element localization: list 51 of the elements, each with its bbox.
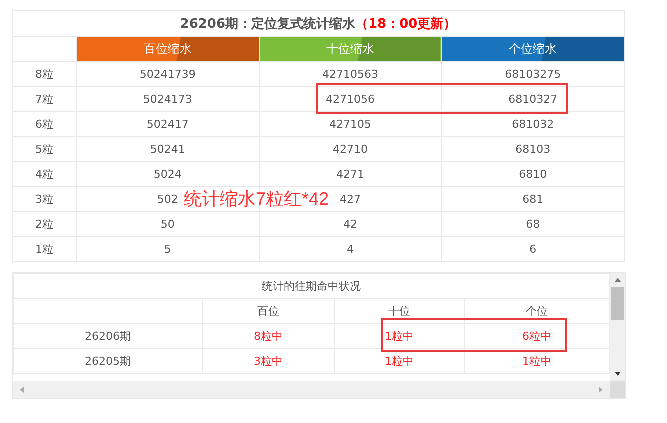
table-cell: 6810327	[442, 86, 624, 112]
column-header: 百位缩水	[76, 36, 260, 62]
table-cell: 5024	[76, 162, 260, 186]
table-cell: 50241739	[76, 62, 260, 86]
table-cell: 68103	[442, 136, 624, 162]
column-header: 个位	[464, 298, 610, 324]
table-cell: 681032	[442, 112, 624, 136]
table-cell: 6810	[442, 162, 624, 186]
table-cell: 5	[76, 236, 260, 262]
table-cell: 1粒中	[334, 324, 464, 348]
update-note: （18：00更新）	[356, 16, 457, 32]
table-cell: 6	[442, 236, 624, 262]
period-cell: 26205期	[14, 348, 202, 374]
table-cell: 4271056	[259, 86, 442, 112]
table-cell: 1粒中	[334, 348, 464, 374]
table-cell: 5024173	[76, 86, 260, 112]
table-cell: 4271	[259, 162, 442, 186]
row-label: 6粒	[12, 112, 76, 136]
table-cell: 6粒中	[464, 324, 610, 348]
table-cell: 68103275	[442, 62, 624, 86]
table-cell: 502417	[76, 112, 260, 136]
column-header: 十位缩水	[259, 36, 442, 62]
table-cell: 3粒中	[202, 348, 334, 374]
table-cell: 42	[259, 212, 442, 236]
table-cell: 42710	[259, 136, 442, 162]
scrollbar-thumb[interactable]	[611, 287, 624, 320]
row-label: 4粒	[12, 162, 76, 186]
annotation-text: 统计缩水7粒红*42	[184, 188, 330, 210]
table-cell: 4	[259, 236, 442, 262]
period-cell: 26206期	[14, 324, 202, 348]
table-cell: 68	[442, 212, 624, 236]
column-header: 十位	[334, 298, 464, 324]
row-label: 7粒	[12, 86, 76, 112]
table-title: 26206期：定位复式统计缩水	[180, 16, 356, 32]
column-header: 百位	[202, 298, 334, 324]
table-cell: 1粒中	[464, 348, 610, 374]
row-label: 1粒	[12, 236, 76, 262]
table-cell: 8粒中	[202, 324, 334, 348]
row-label: 8粒	[12, 62, 76, 86]
table-cell: 50241	[76, 136, 260, 162]
row-label: 5粒	[12, 136, 76, 162]
column-header: 个位缩水	[442, 36, 624, 62]
row-label: 2粒	[12, 212, 76, 236]
table-cell: 427105	[259, 112, 442, 136]
table-title: 统计的往期命中状况	[14, 274, 610, 298]
table-cell: 42710563	[259, 62, 442, 86]
vertical-scrollbar[interactable]	[610, 273, 625, 381]
table-cell: 681	[442, 186, 624, 212]
horizontal-scrollbar[interactable]	[13, 381, 610, 398]
row-label: 3粒	[12, 186, 76, 212]
table-cell: 50	[76, 212, 260, 236]
